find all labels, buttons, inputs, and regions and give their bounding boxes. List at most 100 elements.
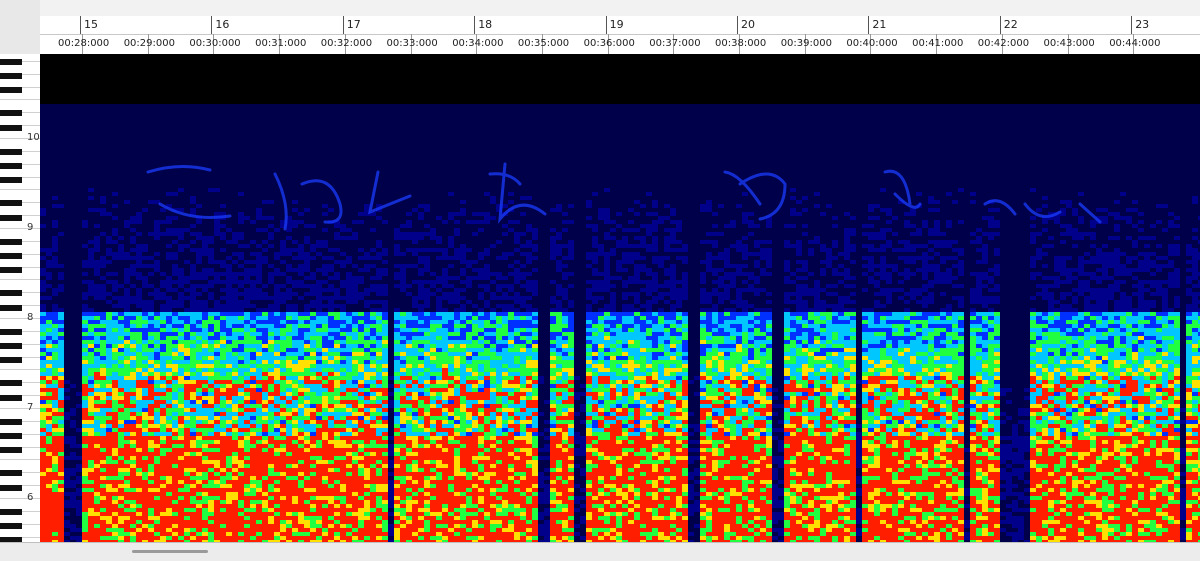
piano-keyboard[interactable]: 10 9 8 7 6 [0,54,41,542]
spectro-cell [142,428,148,432]
spectro-cell [40,524,46,528]
spectro-cell [364,456,370,460]
black-key[interactable] [0,267,22,273]
spectro-cell [88,288,94,292]
spectro-cell [418,400,424,404]
spectro-cell [394,324,400,328]
spectro-cell [322,468,328,472]
spectro-cell [232,312,238,316]
black-key[interactable] [0,125,22,131]
spectro-cell [442,340,448,344]
spectro-cell [100,424,106,428]
black-key[interactable] [0,290,22,296]
spectro-cell [136,396,142,400]
black-key[interactable] [0,110,22,116]
spectrogram-view[interactable] [40,54,1200,542]
spectro-cell [316,384,322,388]
spectro-cell [232,356,238,360]
black-key[interactable] [0,433,22,439]
spectro-cell [220,336,226,340]
spectro-cell [412,404,418,408]
spectro-cell [124,348,130,352]
black-key[interactable] [0,177,22,183]
spectro-cell [154,492,160,496]
black-key[interactable] [0,470,22,476]
spectro-cell [172,340,178,344]
spectro-cell [274,516,280,520]
spectro-cell [190,484,196,488]
spectro-cell [280,440,286,444]
black-key[interactable] [0,447,22,453]
spectro-cell [226,512,232,516]
black-key[interactable] [0,163,22,169]
white-key-divider [0,459,40,461]
spectro-cell [304,516,310,520]
spectro-cell [190,460,196,464]
spectro-cell [442,448,448,452]
spectro-cell [196,496,202,500]
spectro-cell [286,512,292,516]
spectro-cell [346,368,352,372]
black-key[interactable] [0,215,22,221]
spectro-cell [406,476,412,480]
black-key[interactable] [0,73,22,79]
black-key[interactable] [0,149,22,155]
black-key[interactable] [0,343,22,349]
black-key[interactable] [0,305,22,311]
spectro-cell [334,516,340,520]
spectro-cell [208,356,214,360]
black-key[interactable] [0,239,22,245]
black-key[interactable] [0,485,22,491]
spectro-cell [160,208,166,212]
spectro-cell [250,440,256,444]
spectro-cell [118,256,124,260]
black-key[interactable] [0,329,22,335]
spectro-cell [82,500,88,504]
spectro-cell [184,276,190,280]
spectro-cell [298,316,304,320]
spectro-cell [166,404,172,408]
spectro-cell [364,256,370,260]
spectro-cell [406,368,412,372]
spectro-cell [172,480,178,484]
black-key[interactable] [0,87,22,93]
spectro-cell [454,392,460,396]
spectro-cell [322,452,328,456]
black-key[interactable] [0,253,22,259]
spectro-cell [286,304,292,308]
black-key[interactable] [0,419,22,425]
spectro-cell [316,292,322,296]
spectro-cell [208,412,214,416]
spectro-cell [442,524,448,528]
spectro-cell [328,356,334,360]
spectro-cell [178,532,184,536]
spectro-cell [424,320,430,324]
spectro-cell [352,536,358,540]
black-key[interactable] [0,523,22,529]
black-key[interactable] [0,395,22,401]
spectro-cell [316,452,322,456]
spectro-cell [40,424,46,428]
spectro-cell [364,412,370,416]
black-key[interactable] [0,59,22,65]
spectro-cell [220,484,226,488]
spectro-cell [190,200,196,204]
black-key[interactable] [0,380,22,386]
spectro-cell [130,328,136,332]
black-key[interactable] [0,357,22,363]
spectro-cell [436,444,442,448]
spectro-cell [412,524,418,528]
spectro-cell [130,380,136,384]
spectro-cell [160,388,166,392]
spectro-cell [286,420,292,424]
spectro-cell [46,328,52,332]
spectro-cell [58,356,64,360]
spectro-cell [352,264,358,268]
timeline-ruler[interactable]: 15 16 17 18 19 20 21 22 23 00:28:000 00:29:000 00:… [40,16,1200,55]
spectro-cell [154,476,160,480]
spectro-cell [46,336,52,340]
spectro-cell [316,392,322,396]
black-key[interactable] [0,200,22,206]
black-key[interactable] [0,509,22,515]
spectro-cell [328,492,334,496]
